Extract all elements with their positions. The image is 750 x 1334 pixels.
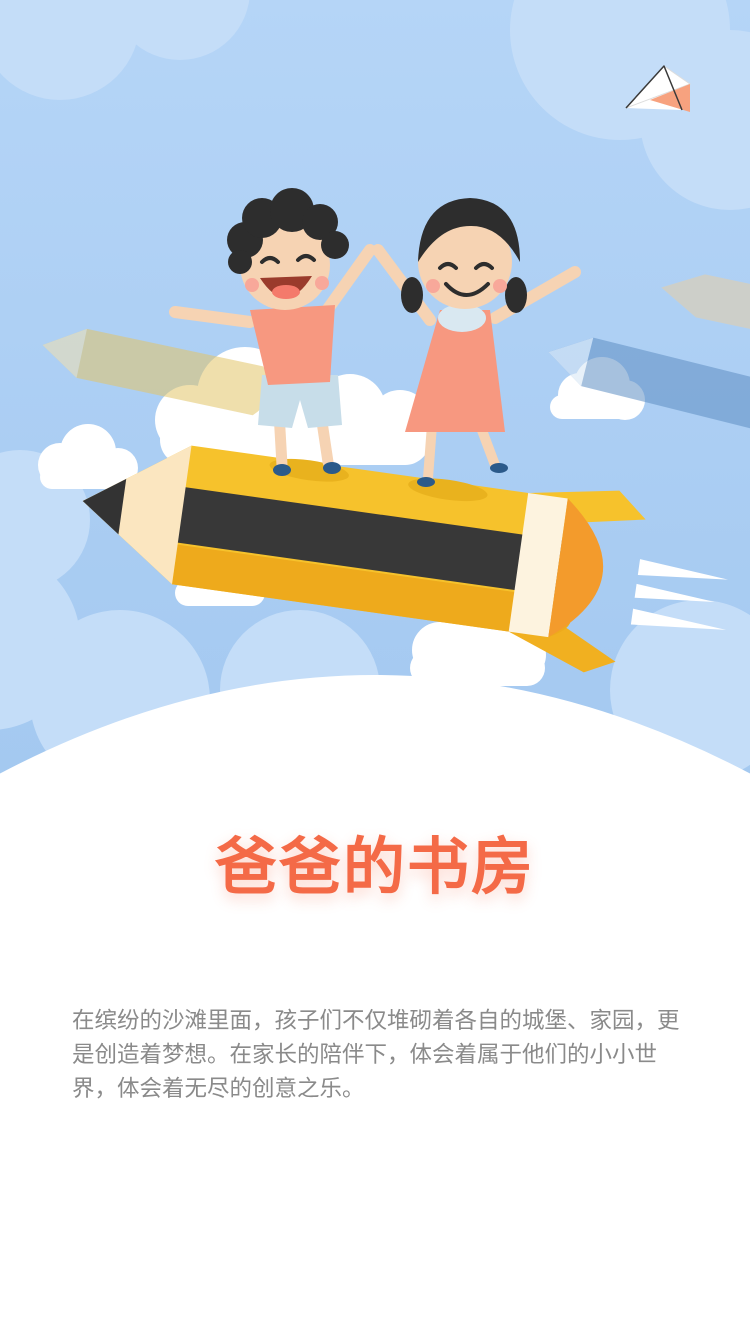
page-title: 爸爸的书房 [214,830,535,903]
hero-illustration [0,0,750,820]
page-description: 在缤纷的沙滩里面，孩子们不仅堆砌着各自的城堡、家园，更是创造着梦想。在家长的陪伴… [72,1008,680,1102]
splash-page: 爸爸的书房 在缤纷的沙滩里面，孩子们不仅堆砌着各自的城堡、家园，更是创造着梦想。… [0,0,750,1334]
